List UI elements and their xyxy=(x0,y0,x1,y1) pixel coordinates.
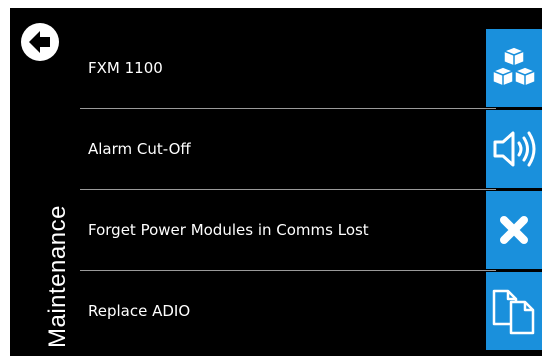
modules-cubes-icon xyxy=(492,46,536,87)
close-x-icon xyxy=(500,216,528,244)
fxm-1100-button[interactable] xyxy=(486,29,542,107)
menu-item-label: FXM 1100 xyxy=(88,59,163,77)
menu-item-alarm-cut-off[interactable]: Alarm Cut-Off xyxy=(76,109,542,189)
menu-item-fxm-1100[interactable]: FXM 1100 xyxy=(76,28,542,108)
menu-item-replace-adio[interactable]: Replace ADIO xyxy=(76,271,542,351)
menu-item-forget-power-modules[interactable]: Forget Power Modules in Comms Lost xyxy=(76,190,542,270)
back-button[interactable] xyxy=(20,22,60,62)
forget-power-modules-button[interactable] xyxy=(486,191,542,269)
menu-list: FXM 1100 Alarm Cut-Off Forget Power Modu… xyxy=(76,8,542,356)
sidebar-title: Maintenance xyxy=(44,205,71,348)
sidebar: Maintenance xyxy=(10,8,76,356)
menu-item-label: Alarm Cut-Off xyxy=(88,140,191,158)
alarm-cut-off-button[interactable] xyxy=(486,110,542,188)
copy-documents-icon xyxy=(492,289,535,335)
menu-item-label: Forget Power Modules in Comms Lost xyxy=(88,221,369,239)
menu-item-label: Replace ADIO xyxy=(88,302,191,320)
replace-adio-button[interactable] xyxy=(486,272,542,350)
speaker-icon xyxy=(493,131,536,167)
arrow-left-circle-icon xyxy=(21,23,59,61)
maintenance-screen: Maintenance FXM 1100 Alarm Cut-Off Forge… xyxy=(10,8,542,356)
